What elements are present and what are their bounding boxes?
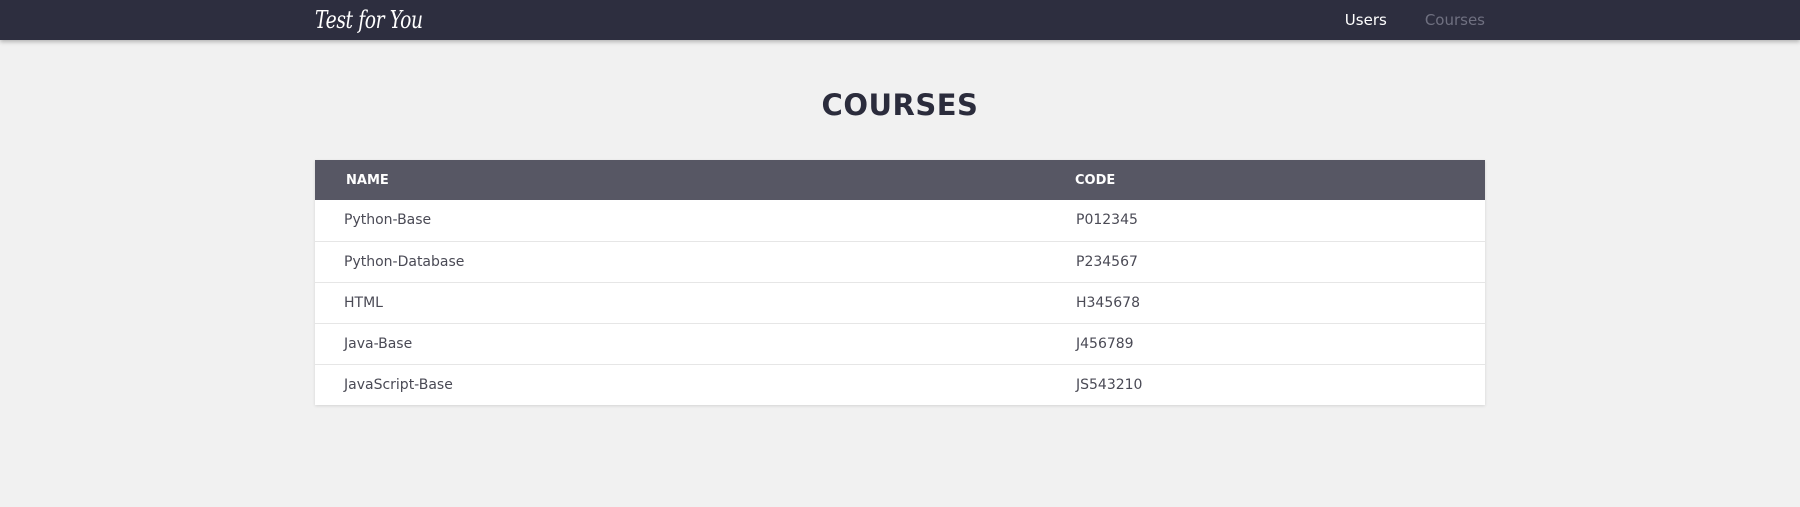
courses-table-card: NAME CODE Python-Base P012345 Python-Dat…	[315, 160, 1485, 405]
course-name-cell: Java-Base	[344, 335, 413, 352]
column-header-code: CODE	[1075, 172, 1116, 188]
column-header-name: NAME	[346, 172, 389, 188]
course-name-cell: HTML	[344, 294, 383, 311]
course-code-cell: H345678	[1076, 294, 1140, 311]
table-header-row: NAME CODE	[315, 160, 1485, 200]
nav-link-users[interactable]: Users	[1345, 11, 1387, 29]
main-nav: Users Courses	[1307, 0, 1485, 40]
nav-link-courses[interactable]: Courses	[1425, 11, 1485, 29]
course-name-cell: JavaScript-Base	[344, 376, 453, 393]
page-title: COURSES	[821, 88, 979, 122]
table-header: NAME CODE	[315, 160, 1485, 200]
course-name-cell: Python-Base	[344, 212, 432, 229]
table-row: Python-Database P234567	[315, 241, 1485, 282]
course-code-cell: J456789	[1076, 335, 1134, 352]
brand-logo[interactable]: Test for You	[315, 3, 423, 37]
course-code-cell: JS543210	[1076, 376, 1143, 393]
courses-table: NAME CODE Python-Base P012345 Python-Dat…	[315, 160, 1485, 405]
table-body: Python-Base P012345 Python-Database P234…	[315, 200, 1485, 405]
table-row: Java-Base J456789	[315, 323, 1485, 364]
top-navbar: Test for You Users Courses	[0, 0, 1800, 40]
course-code-cell: P234567	[1076, 253, 1138, 270]
table-row: JavaScript-Base JS543210	[315, 364, 1485, 405]
course-name-cell: Python-Database	[344, 253, 465, 270]
course-code-cell: P012345	[1076, 212, 1138, 229]
table-row: Python-Base P012345	[315, 200, 1485, 241]
table-row: HTML H345678	[315, 282, 1485, 323]
